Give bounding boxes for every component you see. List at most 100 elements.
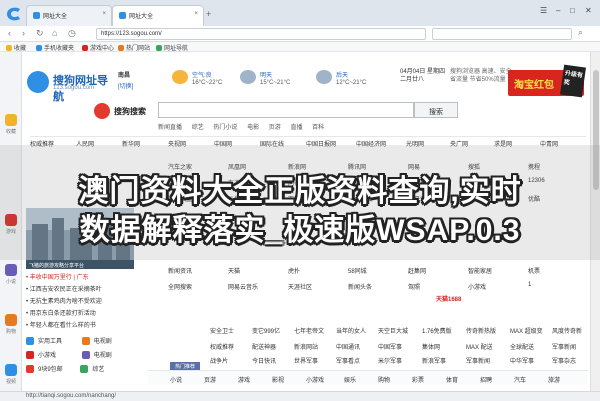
weather-after[interactable]: 后天 12°C~21°C (316, 68, 366, 94)
tmall-link[interactable]: 天猫1688 (436, 294, 476, 303)
category-link[interactable]: 页游 (204, 375, 216, 384)
tab-2[interactable]: 网址大全 × (112, 5, 204, 26)
site-link[interactable]: 小游戏 (468, 282, 486, 291)
quick-link[interactable]: 百科 (312, 125, 324, 131)
tools-link[interactable]: 实用工具 (26, 337, 62, 345)
category-link[interactable]: 汽车 (514, 375, 526, 384)
hot-link[interactable]: 新浪网站 (294, 342, 318, 351)
cart-icon[interactable] (5, 314, 17, 326)
site-link[interactable]: 全网搜索 (168, 282, 192, 291)
site-link[interactable]: 赶集网 (408, 266, 426, 275)
quick-link[interactable]: 直播 (290, 125, 302, 131)
category-link[interactable]: 娱乐 (344, 375, 356, 384)
news-item[interactable]: • 丰收中国万里行 | 广东 (26, 272, 89, 281)
news-caption[interactable]: 飞猪的旅游攻略分享平台 (26, 260, 134, 269)
quick-link[interactable]: 新闻直播 (158, 125, 182, 131)
site-link[interactable]: 天涯社区 (288, 282, 312, 291)
hot-link[interactable]: 传奇新热版 (466, 326, 496, 335)
category-link[interactable]: 小游戏 (306, 375, 324, 384)
refresh-icon[interactable]: ↻ (36, 28, 44, 39)
hot-link[interactable]: 军事新闻 (466, 356, 490, 365)
hot-link[interactable]: MAX 超级变 (510, 326, 543, 335)
favorites-icon[interactable] (5, 114, 17, 126)
site-logo[interactable]: 搜狗网址导航 123.sogou.com (27, 70, 113, 103)
category-link[interactable]: 旅游 (548, 375, 560, 384)
site-link[interactable]: 天猫 (228, 266, 240, 275)
bookmark-item[interactable]: 网址导航 (156, 43, 188, 52)
site-link[interactable]: 驾照 (408, 282, 420, 291)
minimize-icon[interactable]: – (556, 6, 560, 15)
city-switch[interactable]: [切换] (118, 81, 133, 90)
taobao-ad[interactable]: 淘宝红包 升级有奖 (508, 64, 586, 98)
quick-link[interactable]: 页游 (269, 125, 281, 131)
weather-tomorrow[interactable]: 明天 15°C~21°C (240, 68, 290, 94)
hot-link[interactable]: 风度传奇新 (552, 326, 582, 335)
hot-link[interactable]: 当年的女人 (336, 326, 366, 335)
games-link[interactable]: 小游戏 (26, 351, 56, 359)
site-link[interactable]: 机票 (528, 266, 540, 275)
bookmark-item[interactable]: 手机收藏夹 (36, 43, 74, 52)
search-icon[interactable]: ⌕ (578, 27, 583, 38)
video-icon[interactable] (5, 364, 17, 376)
date-widget[interactable]: 04月04日 星期四 二月廿八 (400, 68, 445, 84)
news-item[interactable]: • 年轻人都在看什么样的书 (26, 320, 96, 329)
hot-link[interactable]: 天空巨大城 (378, 326, 408, 335)
category-link[interactable]: 购物 (378, 375, 390, 384)
maximize-icon[interactable]: □ (570, 6, 575, 15)
hot-link[interactable]: 配送神器 (252, 342, 276, 351)
hot-link[interactable]: 集体网 (422, 342, 440, 351)
hot-link[interactable]: 七年老帝文 (294, 326, 324, 335)
hot-link[interactable]: 中华军事 (510, 356, 534, 365)
hot-link[interactable]: 权威推荐 (210, 342, 234, 351)
hot-link[interactable]: 中国通讯 (336, 342, 360, 351)
news-item[interactable]: • 江西吉安农民正在采摘茶叶 (26, 284, 102, 293)
back-icon[interactable]: ‹ (8, 28, 11, 38)
new-tab-icon[interactable]: + (206, 9, 211, 19)
hot-link[interactable]: 世界军事 (294, 356, 318, 365)
hot-link[interactable]: 安全卫士 (210, 326, 234, 335)
category-link[interactable]: 游戏 (238, 375, 250, 384)
close-tab-icon[interactable]: × (194, 11, 198, 17)
url-input[interactable]: https://123.sogou.com/ (96, 28, 426, 40)
home-icon[interactable]: ⌂ (52, 28, 57, 38)
hot-link[interactable]: 全球配送 (510, 342, 534, 351)
deals-link[interactable]: 9块9包邮 (26, 365, 63, 373)
hot-link[interactable]: 新浪军事 (422, 356, 446, 365)
browser-search-input[interactable] (432, 28, 572, 40)
quick-link[interactable]: 热门小说 (213, 125, 237, 131)
site-link[interactable]: 58同城 (348, 266, 367, 275)
search-button[interactable]: 搜索 (414, 102, 458, 118)
category-link[interactable]: 体育 (446, 375, 458, 384)
site-link[interactable]: 1 (528, 282, 531, 288)
bookmark-item[interactable]: 收藏 (6, 43, 26, 52)
site-link[interactable]: 网易云音乐 (228, 282, 258, 291)
bookmark-item[interactable]: 热门网站 (118, 43, 150, 52)
hot-link[interactable]: 军事新闻 (552, 342, 576, 351)
category-link[interactable]: 彩票 (412, 375, 424, 384)
menu-icon[interactable]: ☰ (540, 6, 547, 15)
tv-link[interactable]: 电视剧 (81, 337, 112, 345)
weather-today[interactable]: 空气:良 16°C~22°C (172, 68, 222, 94)
hot-link[interactable]: 军事杂志 (552, 356, 576, 365)
hot-link[interactable]: 变它999亿 (252, 326, 280, 335)
hot-link[interactable]: 中国军事 (378, 342, 402, 351)
tab-1[interactable]: 网址大全 × (26, 5, 112, 26)
category-link[interactable]: 小说 (170, 375, 182, 384)
book-icon[interactable] (5, 264, 17, 276)
site-link[interactable]: 虎扑 (288, 266, 300, 275)
quick-link[interactable]: 综艺 (192, 125, 204, 131)
hot-link[interactable]: MAX 配送 (466, 342, 493, 351)
hot-link[interactable]: 战争片 (210, 356, 228, 365)
forward-icon[interactable]: › (22, 28, 25, 38)
site-link[interactable]: 智能家居 (468, 266, 492, 275)
close-tab-icon[interactable]: × (102, 11, 106, 17)
hot-link[interactable]: 军事看点 (336, 356, 360, 365)
bookmark-item[interactable]: 游戏中心 (82, 43, 114, 52)
city-widget[interactable]: 南昌 [切换] (118, 70, 133, 90)
hot-link[interactable]: 1.76免费版 (422, 326, 452, 335)
site-link[interactable]: 新闻资讯 (168, 266, 192, 275)
hot-link[interactable]: 今日快讯 (252, 356, 276, 365)
news-item[interactable]: • 用京东白条还款打折活动 (26, 308, 96, 317)
quick-link[interactable]: 电影 (247, 125, 259, 131)
search-input[interactable] (158, 102, 414, 118)
